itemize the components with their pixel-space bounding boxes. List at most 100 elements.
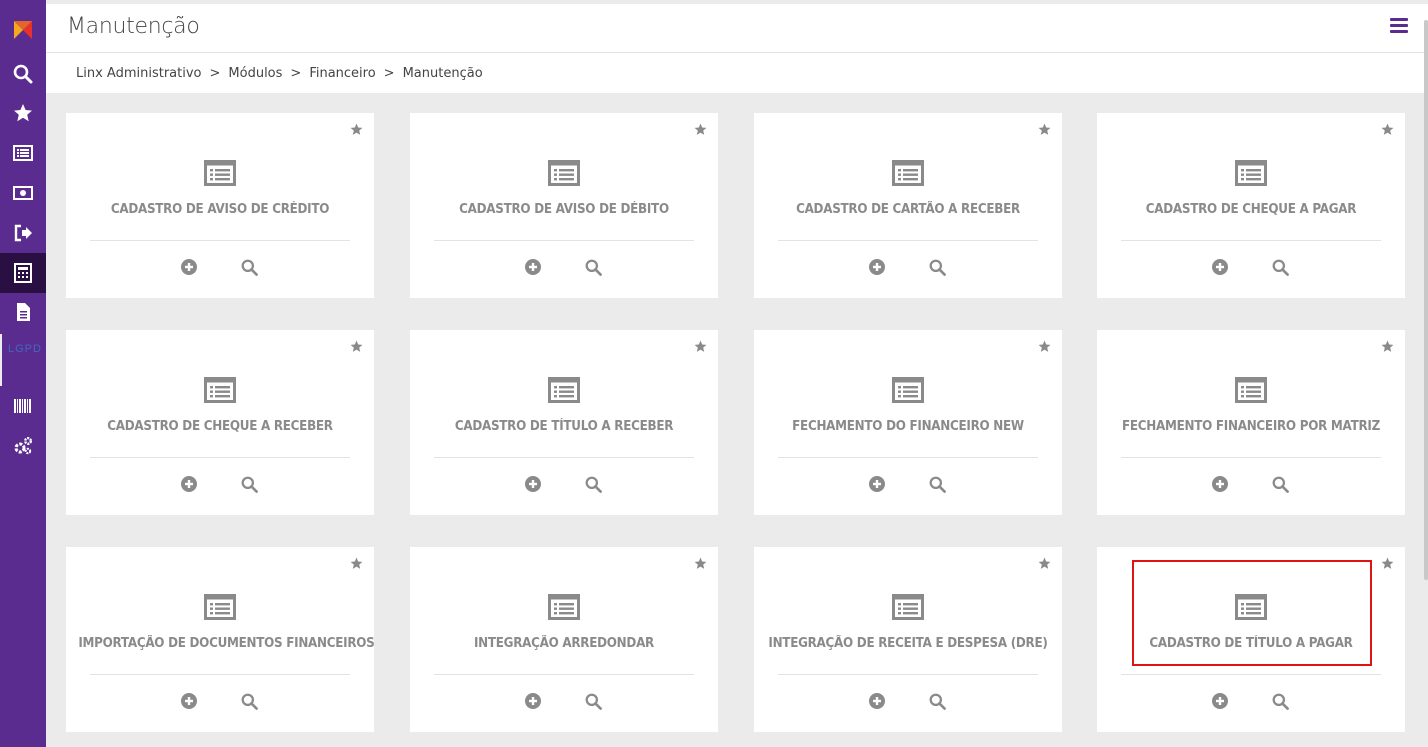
card-title: IMPORTAÇÃO DE DOCUMENTOS FINANCEIROS (78, 636, 375, 651)
search-icon[interactable] (1272, 259, 1289, 276)
add-circle-icon[interactable] (869, 476, 885, 492)
breadcrumb-item-linx-administrativo[interactable]: Linx Administrativo (76, 66, 202, 81)
search-icon[interactable] (585, 476, 602, 493)
list-document-icon (1235, 594, 1267, 620)
favorite-star-icon[interactable] (350, 557, 363, 570)
favorite-star-icon[interactable] (694, 123, 707, 136)
menu-card[interactable]: INTEGRAÇÃO ARREDONDAR (410, 547, 718, 732)
menu-card[interactable]: CADASTRO DE AVISO DE DÉBITO (410, 113, 718, 298)
favorite-star-icon[interactable] (1381, 123, 1394, 136)
menu-card[interactable]: CADASTRO DE TÍTULO A PAGAR (1097, 547, 1405, 732)
card-divider (434, 240, 694, 241)
list-document-icon (1235, 377, 1267, 403)
breadcrumb-item-modulos[interactable]: Módulos (228, 66, 282, 81)
hamburger-menu-icon[interactable] (1390, 18, 1408, 34)
add-circle-icon[interactable] (869, 259, 885, 275)
menu-card[interactable]: CADASTRO DE AVISO DE CRÉDITO (66, 113, 374, 298)
card-title: CADASTRO DE TÍTULO A PAGAR (1149, 636, 1353, 651)
sidebar: LGPD (0, 0, 46, 747)
breadcrumb-item-financeiro[interactable]: Financeiro (309, 66, 375, 81)
favorite-star-icon[interactable] (1381, 340, 1394, 353)
search-icon[interactable] (0, 54, 46, 94)
star-icon[interactable] (0, 93, 46, 133)
breadcrumb-item-manutencao[interactable]: Manutenção (403, 66, 483, 81)
lgpd-item[interactable]: LGPD (0, 334, 46, 386)
add-circle-icon[interactable] (869, 693, 885, 709)
favorite-star-icon[interactable] (1038, 340, 1051, 353)
add-circle-icon[interactable] (525, 476, 541, 492)
search-icon[interactable] (929, 693, 946, 710)
search-icon[interactable] (585, 259, 602, 276)
card-divider (90, 674, 350, 675)
search-icon[interactable] (585, 693, 602, 710)
search-icon[interactable] (1272, 476, 1289, 493)
page-header: Manutenção (46, 4, 1428, 53)
calculator-icon[interactable] (0, 253, 46, 293)
card-divider (778, 240, 1038, 241)
menu-card[interactable]: CADASTRO DE CARTÃO A RECEBER (754, 113, 1062, 298)
add-circle-icon[interactable] (181, 259, 197, 275)
list-document-icon (892, 160, 924, 186)
add-circle-icon[interactable] (1212, 693, 1228, 709)
document-icon[interactable] (0, 292, 46, 332)
card-divider (778, 457, 1038, 458)
list-document-icon (892, 377, 924, 403)
money-icon[interactable] (0, 173, 46, 213)
favorite-star-icon[interactable] (1038, 557, 1051, 570)
card-title: CADASTRO DE AVISO DE CRÉDITO (110, 202, 330, 217)
list-document-icon (548, 377, 580, 403)
menu-card[interactable]: CADASTRO DE CHEQUE A RECEBER (66, 330, 374, 515)
favorite-star-icon[interactable] (1381, 557, 1394, 570)
add-circle-icon[interactable] (181, 476, 197, 492)
card-divider (1121, 674, 1381, 675)
add-circle-icon[interactable] (525, 693, 541, 709)
favorite-star-icon[interactable] (350, 123, 363, 136)
scrollbar[interactable] (1424, 20, 1428, 580)
list-document-icon (892, 594, 924, 620)
card-divider (1121, 240, 1381, 241)
list-icon[interactable] (0, 133, 46, 173)
barcode-icon[interactable] (0, 386, 46, 426)
search-icon[interactable] (241, 693, 258, 710)
add-circle-icon[interactable] (1212, 259, 1228, 275)
card-title: CADASTRO DE CARTÃO A RECEBER (796, 202, 1020, 217)
card-title: INTEGRAÇÃO DE RECEITA E DESPESA (DRE) (768, 636, 1048, 651)
logo-icon[interactable] (0, 10, 46, 50)
menu-card[interactable]: FECHAMENTO FINANCEIRO POR MATRIZ (1097, 330, 1405, 515)
favorite-star-icon[interactable] (694, 557, 707, 570)
list-document-icon (204, 594, 236, 620)
search-icon[interactable] (241, 476, 258, 493)
breadcrumb-separator: > (209, 65, 221, 81)
list-document-icon (548, 160, 580, 186)
lgpd-label: LGPD (8, 343, 42, 355)
card-divider (90, 457, 350, 458)
menu-card[interactable]: FECHAMENTO DO FINANCEIRO NEW (754, 330, 1062, 515)
exit-icon[interactable] (0, 213, 46, 253)
settings-icon[interactable] (0, 426, 46, 466)
search-icon[interactable] (241, 259, 258, 276)
favorite-star-icon[interactable] (1038, 123, 1051, 136)
list-document-icon (1235, 160, 1267, 186)
card-divider (778, 674, 1038, 675)
menu-card[interactable]: CADASTRO DE CHEQUE A PAGAR (1097, 113, 1405, 298)
search-icon[interactable] (1272, 693, 1289, 710)
breadcrumb: Linx Administrativo > Módulos > Financei… (46, 53, 1426, 93)
favorite-star-icon[interactable] (694, 340, 707, 353)
card-title: CADASTRO DE AVISO DE DÉBITO (459, 202, 669, 217)
card-title: FECHAMENTO FINANCEIRO POR MATRIZ (1121, 419, 1380, 434)
menu-card[interactable]: CADASTRO DE TÍTULO A RECEBER (410, 330, 718, 515)
search-icon[interactable] (929, 476, 946, 493)
add-circle-icon[interactable] (525, 259, 541, 275)
add-circle-icon[interactable] (181, 693, 197, 709)
card-title: CADASTRO DE CHEQUE A RECEBER (107, 419, 333, 434)
page-title: Manutenção (67, 14, 200, 39)
favorite-star-icon[interactable] (350, 340, 363, 353)
card-divider (1121, 457, 1381, 458)
menu-card[interactable]: INTEGRAÇÃO DE RECEITA E DESPESA (DRE) (754, 547, 1062, 732)
search-icon[interactable] (929, 259, 946, 276)
card-divider (90, 240, 350, 241)
list-document-icon (204, 160, 236, 186)
add-circle-icon[interactable] (1212, 476, 1228, 492)
breadcrumb-separator: > (290, 65, 302, 81)
menu-card[interactable]: IMPORTAÇÃO DE DOCUMENTOS FINANCEIROS (66, 547, 375, 732)
